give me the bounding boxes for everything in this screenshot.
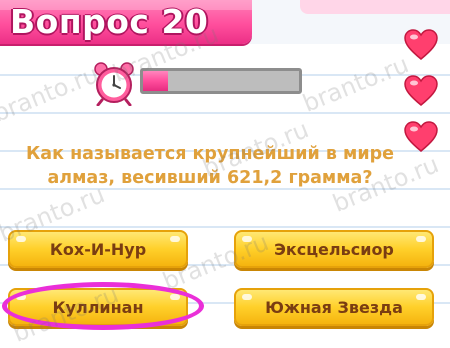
top-right-panel [300, 0, 450, 14]
question-line-2: алмаз, весивший 621,2 грамма? [47, 168, 373, 188]
answer-label: Эксцельсиор [274, 239, 394, 259]
timer-progress-bar [140, 68, 302, 94]
question-text: Как называется крупнейший в мире алмаз, … [20, 142, 400, 190]
question-header-banner: Вопрос 20 [0, 0, 252, 44]
alarm-clock-icon [92, 60, 136, 107]
heart-icon [404, 74, 438, 108]
answer-label: Южная Звезда [265, 297, 403, 317]
answer-label: Куллинан [52, 297, 144, 317]
question-line-1: Как называется крупнейший в мире [25, 144, 395, 164]
answer-button-4[interactable]: Южная Звезда [234, 288, 434, 326]
question-number-title: Вопрос 20 [10, 2, 209, 41]
heart-icon [404, 120, 438, 154]
answer-button-1[interactable]: Кох-И-Нур [8, 230, 188, 268]
answer-button-2[interactable]: Эксцельсиор [234, 230, 434, 268]
answer-label: Кох-И-Нур [49, 239, 147, 259]
timer-progress-fill [143, 71, 168, 91]
heart-icon [404, 28, 438, 62]
answer-button-3[interactable]: Куллинан [8, 288, 188, 326]
